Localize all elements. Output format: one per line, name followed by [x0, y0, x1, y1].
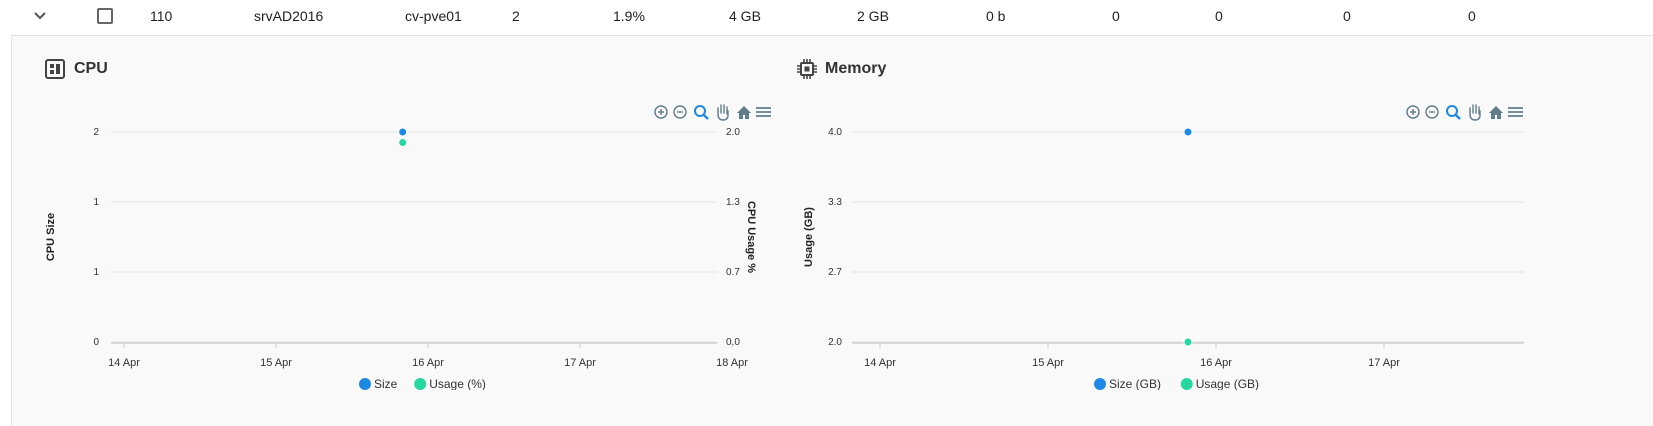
vm-id: 110: [150, 8, 173, 24]
y2-tick-label: 2.0: [726, 127, 740, 138]
vm-col-1: 0: [1112, 8, 1120, 24]
chart-menu-icon[interactable]: [756, 107, 771, 117]
y-axis-title: Usage (GB): [803, 207, 815, 267]
zoom-in-icon[interactable]: [654, 105, 668, 119]
cpu-chip-icon: [45, 59, 65, 79]
x-tick-label: 17 Apr: [564, 357, 596, 369]
y2-tick-label: 0.0: [726, 337, 740, 348]
legend-item-label[interactable]: Usage (%): [429, 377, 486, 390]
y2-tick-label: 1.3: [726, 197, 740, 208]
chart-toolbar: [1406, 104, 1523, 121]
memory-chart-title: Memory: [825, 60, 887, 77]
x-tick-label: 15 Apr: [260, 357, 292, 369]
pan-hand-icon[interactable]: [717, 104, 729, 121]
memory-chart: 2.0 2.7 3.3 4.0 14 Apr 15 Apr 16 Apr 17 Apr Usag…: [803, 104, 1524, 390]
legend-marker[interactable]: [414, 378, 427, 390]
y2-tick-label: 0.7: [726, 267, 740, 278]
vm-disk: 0 b: [986, 8, 1006, 24]
row-checkbox[interactable]: [97, 8, 113, 24]
reset-zoom-home-icon[interactable]: [737, 106, 751, 119]
reset-zoom-home-icon[interactable]: [1489, 106, 1503, 119]
x-tick-label: 17 Apr: [1368, 357, 1400, 369]
y-tick-label: 2.0: [828, 337, 842, 348]
legend-item-label[interactable]: Size: [374, 377, 398, 390]
vm-cpu: 2: [512, 8, 520, 24]
cpu-chart-title: CPU: [74, 60, 108, 77]
chevron-down-icon[interactable]: [32, 8, 48, 24]
selection-zoom-icon[interactable]: [1446, 105, 1461, 120]
data-point: [398, 138, 408, 147]
vm-col-3: 0: [1343, 8, 1351, 24]
cpu-chart: 0 1 1 2 0.0 0.7 1.3 2.0 14 Apr 15 Apr 16 Apr 17 Apr…: [45, 104, 771, 390]
vm-memory: 4 GB: [729, 8, 761, 24]
vm-node: cv-pve01: [405, 8, 462, 24]
y-tick-label: 1: [93, 197, 99, 208]
memory-chip-icon: [797, 59, 817, 79]
vm-name: srvAD2016: [254, 8, 324, 24]
y-tick-label: 1: [93, 267, 99, 278]
legend-marker[interactable]: [1094, 378, 1106, 390]
zoom-out-icon[interactable]: [673, 105, 687, 119]
y-axis-title: CPU Size: [45, 213, 57, 261]
y-tick-label: 2.7: [828, 267, 842, 278]
zoom-in-icon[interactable]: [1406, 105, 1420, 119]
chart-toolbar: [654, 104, 771, 121]
row-detail-panel: CPU Memory 0 1 1 2 0.0 0.7 1.3 2.0 14 Apr 15 Apr 1…: [11, 35, 1653, 426]
legend-marker[interactable]: [1180, 378, 1193, 390]
y-tick-label: 2: [93, 127, 99, 138]
x-tick-label: 14 Apr: [108, 357, 140, 369]
chart-menu-icon[interactable]: [1508, 107, 1523, 117]
vm-cpu-usage: 1.9%: [613, 8, 645, 24]
legend-item-label[interactable]: Usage (GB): [1196, 377, 1259, 390]
data-point: [1183, 127, 1193, 137]
y-tick-label: 3.3: [828, 197, 842, 208]
vm-col-2: 0: [1215, 8, 1223, 24]
pan-hand-icon[interactable]: [1469, 104, 1481, 121]
selection-zoom-icon[interactable]: [694, 105, 709, 120]
y-tick-label: 4.0: [828, 127, 842, 138]
table-row[interactable]: 110 srvAD2016 cv-pve01 2 1.9% 4 GB 2 GB …: [0, 0, 1653, 35]
y2-axis-title: CPU Usage %: [745, 201, 757, 273]
x-tick-label: 15 Apr: [1032, 357, 1064, 369]
data-point: [398, 127, 408, 137]
zoom-out-icon[interactable]: [1425, 105, 1439, 119]
x-tick-label: 18 Apr: [716, 357, 748, 369]
vm-col-4: 0: [1468, 8, 1476, 24]
legend-item-label[interactable]: Size (GB): [1109, 377, 1161, 390]
x-tick-label: 16 Apr: [412, 357, 444, 369]
x-tick-label: 14 Apr: [864, 357, 896, 369]
legend-marker[interactable]: [359, 378, 371, 390]
vm-memory-usage: 2 GB: [857, 8, 889, 24]
x-tick-label: 16 Apr: [1200, 357, 1232, 369]
y-tick-label: 0: [93, 337, 99, 348]
data-point: [1183, 337, 1193, 347]
